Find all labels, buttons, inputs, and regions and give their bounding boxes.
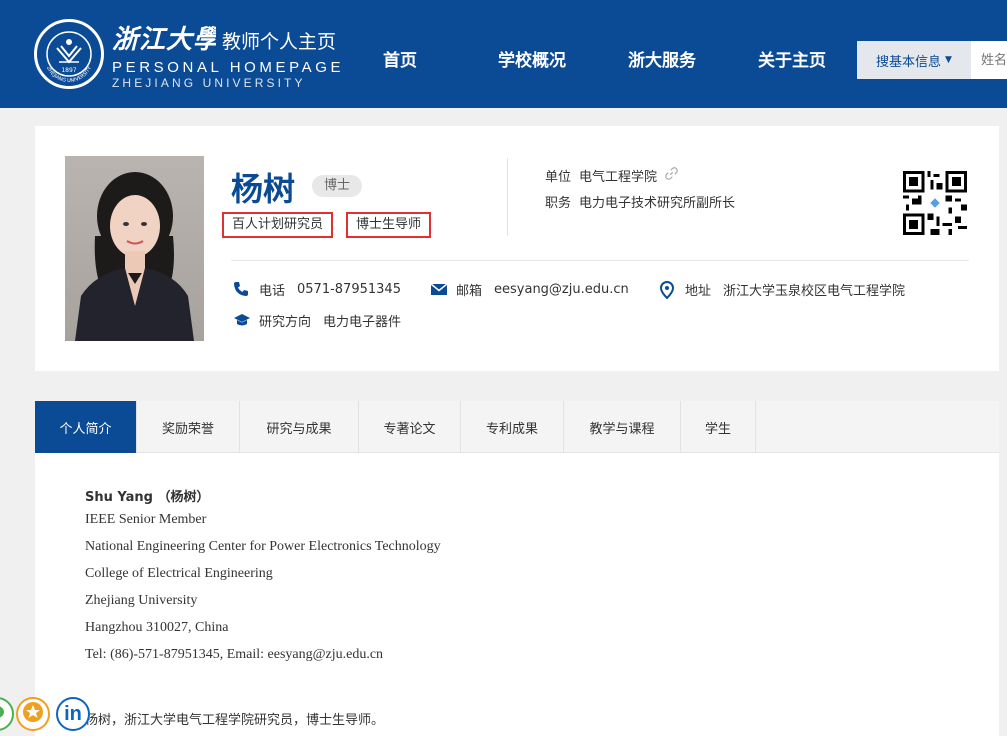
wechat-icon: [0, 703, 6, 725]
search-category-select[interactable]: 搜基本信息 ▼: [857, 41, 971, 79]
link-icon[interactable]: [665, 167, 678, 184]
email-info: 邮箱 eesyang@zju.edu.cn: [430, 280, 629, 299]
profile-card: 杨树 博士 百人计划研究员 博士生导师 单位 电气工程学院 职务 电力电子技术研…: [35, 126, 999, 371]
qr-code: [903, 171, 967, 235]
location-pin-icon: [659, 280, 677, 299]
logo-subtitle: 教师个人主页: [222, 30, 337, 53]
search-input[interactable]: [971, 41, 1007, 79]
nav-home[interactable]: 首页: [383, 46, 417, 71]
search-box: 搜基本信息 ▼: [857, 41, 1007, 79]
logo-english-title: PERSONAL HOMEPAGE: [112, 58, 345, 76]
email-value[interactable]: eesyang@zju.edu.cn: [494, 282, 629, 297]
bio-line: Hangzhou 310027, China: [85, 620, 229, 635]
profile-name: 杨树: [231, 170, 296, 208]
nav-about-homepage[interactable]: 关于主页: [758, 46, 826, 71]
nav-about-school[interactable]: 学校概况: [498, 46, 566, 71]
bio-line: IEEE Senior Member: [85, 512, 207, 527]
logo-text: 浙江大學 教师个人主页 PERSONAL HOMEPAGE ZHEJIANG U…: [112, 19, 344, 90]
favorite-share-button[interactable]: [16, 697, 50, 731]
address-value: 浙江大学玉泉校区电气工程学院: [723, 284, 906, 299]
research-info: 研究方向 电力电子器件: [233, 311, 401, 330]
phone-icon: [233, 281, 251, 299]
unit-value: 电气工程学院: [579, 170, 658, 185]
address-label: 地址: [685, 284, 712, 299]
position-row: 职务 电力电子技术研究所副所长: [545, 192, 735, 211]
tab-publications[interactable]: 专著论文: [359, 401, 461, 453]
research-label: 研究方向: [259, 315, 312, 330]
site-logo[interactable]: 1897 ZHEJIANG UNIVERSITY 浙江大學 教师个人主页 PER…: [34, 16, 344, 92]
research-value: 电力电子器件: [323, 315, 402, 330]
bio-line: National Engineering Center for Power El…: [85, 539, 441, 554]
tab-teaching[interactable]: 教学与课程: [564, 401, 681, 453]
tab-personal-profile[interactable]: 个人简介: [35, 401, 137, 453]
bio-name: Shu Yang （杨树）: [85, 490, 210, 505]
unit-row: 单位 电气工程学院: [545, 166, 678, 185]
search-category-label: 搜基本信息: [876, 54, 942, 70]
profile-tabs: 个人简介 奖励荣誉 研究与成果 专著论文 专利成果 教学与课程 学生: [35, 401, 999, 453]
phone-label: 电话: [259, 284, 286, 299]
phone-info: 电话 0571-87951345: [233, 280, 401, 299]
graduation-cap-icon: [233, 312, 251, 330]
mail-icon: [430, 281, 448, 299]
wechat-share-button[interactable]: [0, 697, 14, 731]
linkedin-icon: in: [64, 702, 82, 725]
logo-english-university: ZHEJIANG UNIVERSITY: [112, 75, 306, 90]
tab-awards[interactable]: 奖励荣誉: [137, 401, 240, 453]
position-label: 职务: [545, 196, 572, 211]
tab-students[interactable]: 学生: [681, 401, 756, 453]
tag-hundred-talents: 百人计划研究员: [222, 212, 334, 238]
chevron-down-icon: ▼: [945, 55, 952, 65]
vertical-divider: [507, 158, 508, 236]
email-label: 邮箱: [456, 284, 483, 299]
position-value: 电力电子技术研究所副所长: [579, 196, 736, 211]
profile-content: Shu Yang （杨树） IEEE Senior Member Nationa…: [35, 453, 999, 736]
star-icon: [22, 701, 44, 727]
bio-line: Zhejiang University: [85, 593, 198, 608]
address-info: 地址 浙江大学玉泉校区电气工程学院: [659, 280, 905, 299]
linkedin-share-button[interactable]: in: [56, 697, 90, 731]
nav-zju-services[interactable]: 浙大服务: [628, 46, 696, 71]
logo-university-name: 浙江大學: [112, 24, 216, 55]
degree-badge: 博士: [312, 175, 363, 197]
unit-label: 单位: [545, 170, 572, 185]
university-seal-icon: 1897 ZHEJIANG UNIVERSITY: [34, 19, 104, 89]
site-header: 1897 ZHEJIANG UNIVERSITY 浙江大學 教师个人主页 PER…: [0, 0, 1007, 108]
tab-research[interactable]: 研究与成果: [240, 401, 359, 453]
tag-phd-supervisor: 博士生导师: [346, 212, 432, 238]
bio-intro: 杨树，浙江大学电气工程学院研究员，博士生导师。: [85, 713, 385, 728]
phone-value: 0571-87951345: [297, 282, 401, 297]
bio-line: College of Electrical Engineering: [85, 566, 273, 581]
profile-photo: [65, 156, 204, 341]
bio-line: Tel: (86)-571-87951345, Email: eesyang@z…: [85, 647, 384, 662]
horizontal-divider: [231, 260, 969, 261]
seal-year: 1897: [61, 67, 76, 74]
tab-patents[interactable]: 专利成果: [461, 401, 564, 453]
